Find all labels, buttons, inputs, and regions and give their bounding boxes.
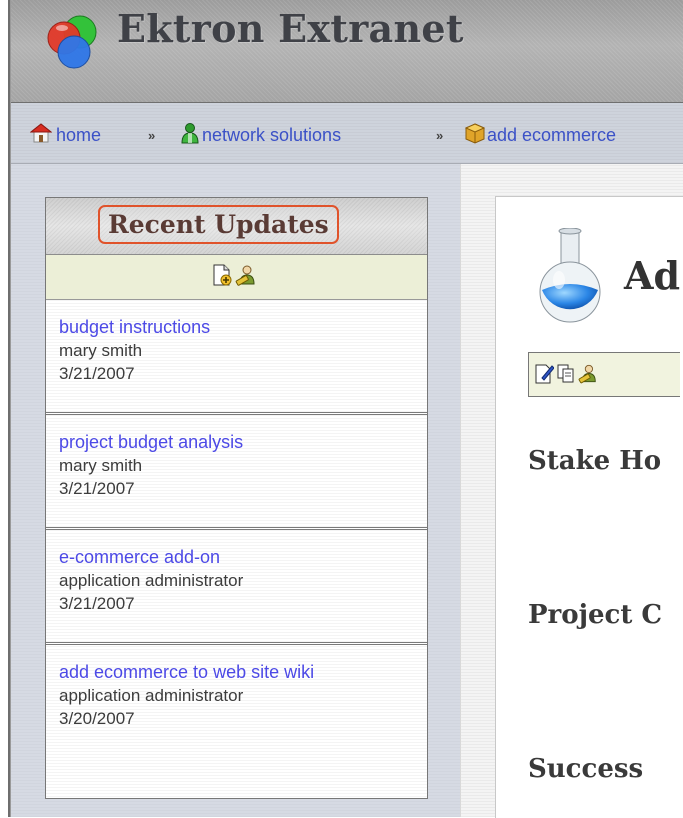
update-item-title-link[interactable]: budget instructions xyxy=(59,315,415,339)
edit-icon[interactable] xyxy=(534,363,554,384)
update-item: project budget analysis mary smith 3/21/… xyxy=(46,415,427,530)
site-title: Ektron Extranet xyxy=(117,6,464,51)
recent-updates-toolbar xyxy=(46,255,427,300)
package-icon xyxy=(464,123,486,144)
update-item: e-commerce add-on application administra… xyxy=(46,530,427,645)
recent-updates-title: Recent Updates xyxy=(98,205,339,244)
add-document-icon[interactable] xyxy=(211,264,233,286)
breadcrumb-home-link[interactable]: home xyxy=(56,125,101,146)
update-item-date: 3/21/2007 xyxy=(59,479,135,498)
permissions-icon[interactable] xyxy=(578,363,598,384)
ektron-logo-icon[interactable] xyxy=(44,14,104,72)
update-item-title-link[interactable]: e-commerce add-on xyxy=(59,545,415,569)
flask-icon xyxy=(539,228,601,323)
update-item: add ecommerce to web site wiki applicati… xyxy=(46,645,427,797)
section-heading-project: Project C xyxy=(528,600,663,630)
update-item-date: 3/21/2007 xyxy=(59,594,135,613)
user-icon xyxy=(181,123,199,144)
recent-updates-header: Recent Updates xyxy=(46,198,427,255)
breadcrumb-network-solutions-link[interactable]: network solutions xyxy=(202,125,341,146)
content-panel: Ad Stake Ho Project C Success xyxy=(495,196,683,818)
breadcrumb-separator: » xyxy=(436,128,444,143)
left-column: Recent Updates budget instructions mary … xyxy=(11,164,460,817)
header-banner: Ektron Extranet xyxy=(11,0,683,103)
breadcrumb-add-ecommerce-link[interactable]: add ecommerce xyxy=(487,125,616,146)
update-item-title-link[interactable]: project budget analysis xyxy=(59,430,415,454)
content-title: Ad xyxy=(624,253,681,298)
copy-icon[interactable] xyxy=(556,363,576,384)
recent-updates-widget: Recent Updates budget instructions mary … xyxy=(45,197,428,799)
content-toolbar xyxy=(528,352,680,397)
breadcrumb-separator: » xyxy=(148,128,156,143)
section-heading-stakeholders: Stake Ho xyxy=(528,446,662,476)
update-item: budget instructions mary smith 3/21/2007 xyxy=(46,300,427,415)
breadcrumb: home » network solutions » add ecommerce xyxy=(11,103,683,164)
update-item-date: 3/20/2007 xyxy=(59,709,135,728)
update-item-author: application administrator xyxy=(59,686,244,705)
update-item-author: mary smith xyxy=(59,341,143,360)
page-left-border-line xyxy=(8,0,10,817)
house-icon xyxy=(30,123,52,143)
update-item-author: mary smith xyxy=(59,456,143,475)
edit-permissions-icon[interactable] xyxy=(235,264,257,286)
update-item-author: application administrator xyxy=(59,571,244,590)
section-heading-success: Success xyxy=(528,754,644,784)
update-item-date: 3/21/2007 xyxy=(59,364,135,383)
update-item-title-link[interactable]: add ecommerce to web site wiki xyxy=(59,660,389,684)
